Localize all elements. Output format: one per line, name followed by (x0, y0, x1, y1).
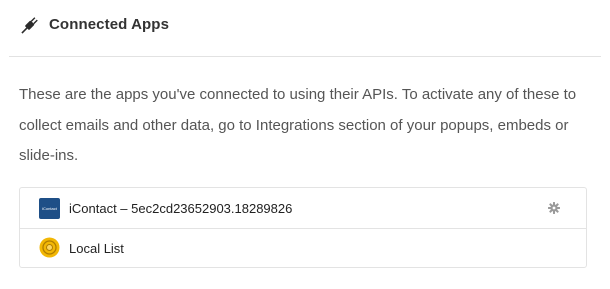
local-list-icon (39, 237, 60, 258)
plug-icon (21, 17, 38, 34)
gear-icon[interactable] (548, 202, 560, 214)
page-title: Connected Apps (49, 16, 170, 33)
description-text: These are the apps you've connected to u… (19, 86, 577, 164)
icontact-logo: iContact (39, 198, 60, 219)
app-name: Local List (69, 241, 124, 256)
app-row-icontact[interactable]: iContact iContact – 5ec2cd23652903.18289… (20, 188, 586, 229)
connected-apps-list: iContact iContact – 5ec2cd23652903.18289… (19, 187, 587, 268)
panel-header: Connected Apps (0, 0, 610, 54)
header-divider (9, 56, 601, 57)
app-name: iContact – 5ec2cd23652903.18289826 (69, 201, 293, 216)
app-row-local-list[interactable]: Local List (20, 228, 586, 268)
